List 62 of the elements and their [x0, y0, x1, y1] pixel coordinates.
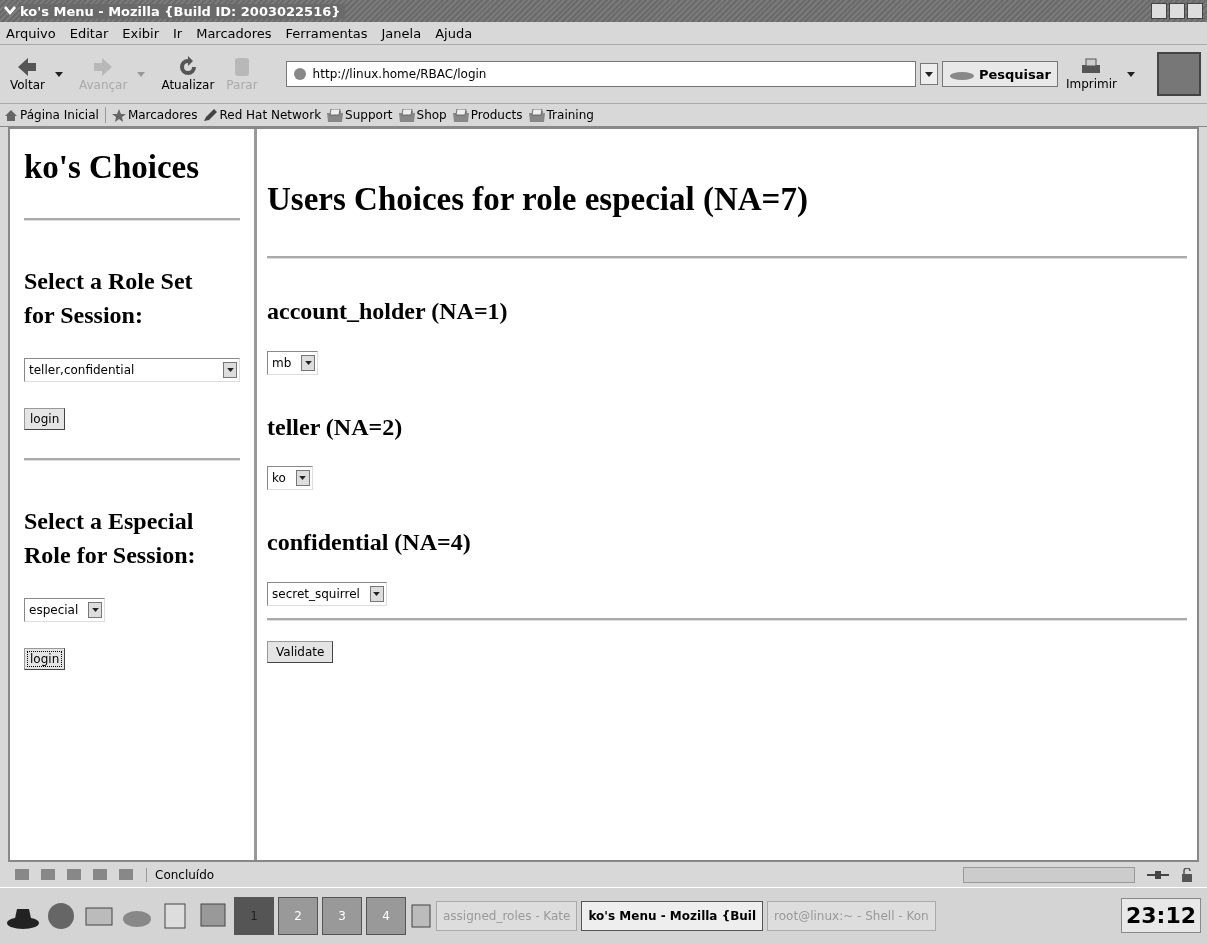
bookmark-link[interactable]: Red Hat Network: [203, 108, 322, 122]
bookmark-link[interactable]: Marcadores: [111, 108, 198, 122]
menu-item[interactable]: Ferramentas: [285, 25, 368, 41]
caret-icon: [299, 476, 307, 481]
toolbar-button[interactable]: Atualizar: [157, 54, 219, 94]
caret-icon: [226, 368, 234, 373]
role-heading: confidential (NA=4): [267, 528, 472, 558]
menu-item[interactable]: Marcadores: [196, 25, 272, 41]
search-button[interactable]: Pesquisar: [941, 61, 1058, 87]
user-select[interactable]: secret_squirrel: [267, 581, 387, 606]
section-heading: Select a Especial Role for Session:: [24, 507, 197, 570]
caret-icon: [304, 360, 312, 365]
bookmark-link[interactable]: Shop: [398, 108, 447, 122]
validate-button[interactable]: Validate: [267, 640, 334, 663]
task-button[interactable]: ko's Menu - Mozilla {Buil: [581, 900, 764, 931]
caret-icon[interactable]: [54, 71, 63, 77]
connection-icon: [1147, 868, 1169, 881]
menu-item[interactable]: Ajuda: [435, 25, 473, 41]
frame-heading: ko's Choices: [24, 149, 201, 186]
menu-item[interactable]: Janela: [381, 25, 422, 41]
dropdown-button[interactable]: [919, 63, 938, 85]
address-field[interactable]: http://linux.home/RBAC/login: [285, 61, 916, 87]
lock-icon: [1181, 867, 1193, 882]
page-heading: Users Choices for role especial (NA=7): [267, 181, 809, 218]
section-heading: Select a Role Set for Session:: [24, 267, 194, 330]
menu-item[interactable]: Exibir: [122, 25, 159, 41]
pen-icon: [203, 108, 218, 122]
bookmark-link[interactable]: Página Inicial: [4, 108, 99, 122]
clock: 23:12: [1120, 898, 1201, 933]
user-select[interactable]: ko: [267, 466, 313, 491]
star-icon: [111, 108, 126, 122]
bookmark-link[interactable]: Products: [452, 108, 523, 122]
close-button[interactable]: [1187, 3, 1203, 19]
role-heading: account_holder (NA=1): [267, 297, 509, 326]
user-select[interactable]: mb: [267, 350, 319, 375]
window-title: ko's Menu - Mozilla {Build ID: 2003022516}: [20, 3, 345, 19]
role-heading: teller (NA=2): [267, 412, 404, 442]
caret-icon[interactable]: [1127, 71, 1135, 77]
maximize-button[interactable]: [1169, 3, 1185, 19]
toolbar-button[interactable]: Voltar: [6, 54, 49, 94]
window-menu-icon[interactable]: [4, 6, 16, 16]
folder-icon: [452, 108, 469, 122]
role-select[interactable]: teller,confidential: [24, 358, 240, 383]
bookmark-link[interactable]: Support: [327, 108, 393, 122]
bookmark-link[interactable]: Training: [528, 108, 594, 122]
menu-item[interactable]: Arquivo: [6, 25, 56, 41]
login-button[interactable]: login: [24, 648, 66, 671]
role-select[interactable]: especial: [24, 598, 106, 623]
login-button[interactable]: login: [24, 408, 66, 431]
folder-icon: [327, 108, 344, 122]
caret-icon: [91, 608, 99, 613]
folder-icon: [528, 108, 545, 122]
status-text: Concluído: [146, 867, 951, 882]
menu-item[interactable]: Editar: [69, 25, 109, 41]
print-button[interactable]: Imprimir: [1061, 55, 1121, 93]
back-arrow-icon: [16, 56, 39, 78]
home-icon: [4, 108, 18, 122]
caret-icon: [373, 591, 381, 596]
folder-icon: [398, 108, 415, 122]
menu-item[interactable]: Ir: [173, 25, 183, 41]
minimize-button[interactable]: [1151, 3, 1167, 19]
caret-icon: [924, 71, 933, 77]
